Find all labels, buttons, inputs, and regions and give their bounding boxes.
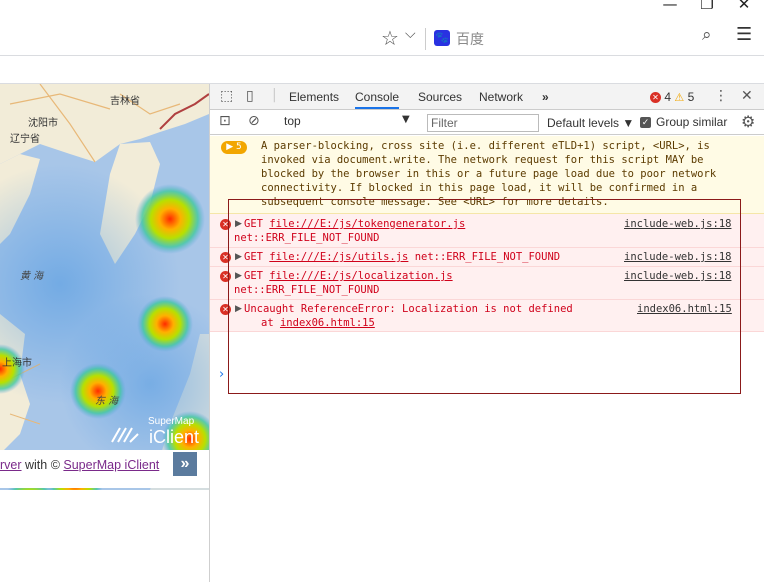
- more-tabs-button[interactable]: »: [542, 90, 549, 104]
- sidebar-toggle-icon[interactable]: ⊡: [219, 113, 231, 129]
- checkbox-checked-icon[interactable]: ✓: [640, 117, 651, 129]
- supermap-logo-text: SuperMap: [148, 416, 195, 427]
- device-toolbar-icon[interactable]: ▯: [246, 88, 254, 104]
- tab-network[interactable]: Network: [479, 90, 523, 104]
- log-levels-dropdown[interactable]: Default levels ▼: [547, 116, 634, 130]
- inspect-element-icon[interactable]: ⬚: [220, 88, 233, 104]
- search-icon[interactable]: ⌕: [702, 25, 712, 45]
- iclient-logo-text: iClient: [149, 427, 200, 447]
- tab-divider: |: [272, 87, 277, 103]
- toolbar-divider: [425, 28, 426, 50]
- group-similar-checkbox[interactable]: ✓ Group similar: [640, 115, 727, 129]
- warning-icon: ⚠: [674, 91, 685, 104]
- bookmarks-bar: [0, 57, 764, 84]
- console-prompt[interactable]: ›: [219, 367, 224, 382]
- warning-group-badge[interactable]: ▶ 5: [221, 141, 247, 154]
- tab-sources[interactable]: Sources: [418, 90, 462, 104]
- menu-icon[interactable]: ☰: [736, 24, 752, 45]
- bookmark-star-icon[interactable]: ☆: [381, 26, 399, 50]
- console-filter-input[interactable]: [427, 114, 539, 132]
- devtools-tabbar: ⬚ ▯ | Elements Console Sources Network »…: [210, 84, 764, 110]
- context-dropdown-icon[interactable]: ▼: [402, 114, 410, 125]
- chevron-down-icon[interactable]: ⌵: [405, 26, 416, 42]
- browser-toolbar: ☆ ⌵ 🐾 百度 ⌕ ☰: [0, 20, 764, 56]
- map-attribution: rver with © SuperMap iClient »: [0, 450, 209, 488]
- map-sea-label: 黄 海: [20, 271, 44, 282]
- context-selector[interactable]: top: [284, 114, 414, 132]
- annotation-highlight-box: [228, 199, 741, 394]
- tab-console[interactable]: Console: [355, 90, 400, 109]
- map-city-label: 吉林省: [110, 96, 140, 107]
- heatmap-map[interactable]: 吉林省 沈阳市 辽宁省 上海市 黄 海 东 海 SuperMap iClient: [0, 84, 209, 490]
- expand-attribution-button[interactable]: »: [172, 451, 198, 477]
- close-devtools-icon[interactable]: ✕: [741, 88, 753, 104]
- map-city-label: 沈阳市: [28, 118, 58, 129]
- group-similar-label: Group similar: [656, 115, 728, 129]
- attribution-server-link[interactable]: rver: [0, 458, 22, 472]
- minimize-icon[interactable]: —: [655, 0, 685, 14]
- clear-console-icon[interactable]: ⊘: [248, 113, 260, 129]
- map-sea-label: 东 海: [95, 396, 119, 407]
- supermap-logo-icon: [110, 420, 142, 444]
- map-city-label: 上海市: [2, 358, 32, 369]
- supermap-iclient-link[interactable]: SuperMap iClient: [63, 458, 159, 472]
- attribution-with-text: with ©: [21, 458, 64, 472]
- search-box-placeholder[interactable]: 百度: [456, 29, 484, 49]
- gear-icon[interactable]: ⚙: [741, 112, 755, 131]
- attribution-text: rver with © SuperMap iClient: [0, 458, 159, 472]
- issue-counter[interactable]: ✕ 4 ⚠ 5: [650, 90, 694, 104]
- warning-count: 5: [687, 90, 695, 104]
- console-filter-bar: ⊡ ⊘ top ▼ Default levels ▼ ✓ Group simila…: [210, 111, 764, 135]
- restore-icon[interactable]: ❐: [692, 0, 722, 14]
- error-icon: ✕: [650, 92, 661, 104]
- tab-elements[interactable]: Elements: [289, 90, 339, 104]
- baidu-logo-icon: 🐾: [434, 30, 450, 46]
- close-icon[interactable]: ✕: [729, 0, 759, 14]
- window-titlebar: — ❐ ✕: [0, 0, 764, 20]
- kebab-menu-icon[interactable]: ⋮: [714, 88, 728, 104]
- error-count: 4: [664, 90, 672, 104]
- map-city-label: 辽宁省: [10, 134, 40, 145]
